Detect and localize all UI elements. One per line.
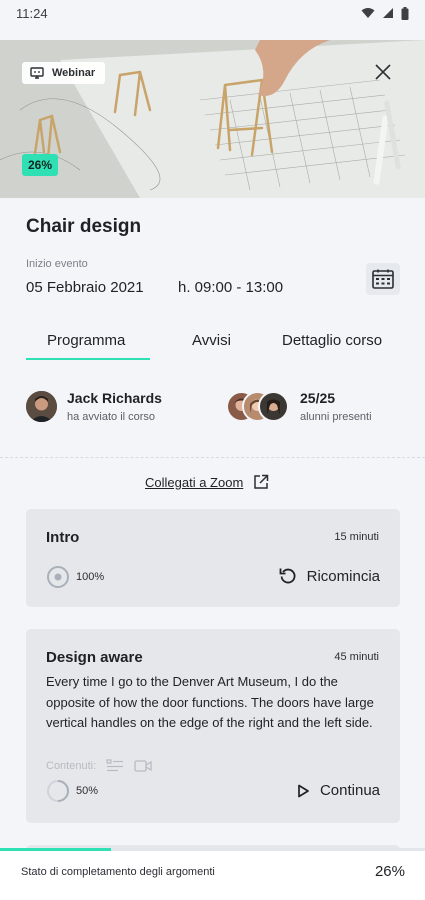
lesson-description: Every time I go to the Denver Art Museum… — [46, 674, 374, 730]
lesson-title: Intro — [46, 529, 80, 546]
completion-percent: 26% — [374, 863, 405, 880]
lesson-card[interactable]: Intro 15 minuti 100% Ricomincia — [26, 509, 400, 607]
teacher-name: Jack Richards — [67, 390, 162, 406]
zoom-link[interactable]: Collegati a Zoom — [145, 474, 269, 490]
restart-button[interactable]: Ricomincia — [279, 567, 380, 585]
event-start-label: Inizio evento — [26, 258, 88, 270]
status-time: 11:24 — [16, 5, 48, 21]
zoom-link-label: Collegati a Zoom — [145, 474, 244, 490]
students-avatar-stack — [226, 391, 290, 422]
course-hero-image: Webinar 26% — [0, 40, 425, 198]
battery-icon — [401, 6, 409, 20]
teacher-subtitle: ha avviato il corso — [67, 411, 156, 423]
active-tab-indicator — [26, 358, 150, 360]
completion-label: Stato di completamento degli argomenti — [21, 866, 215, 878]
lesson-card[interactable]: Design aware 45 minuti Every time I go t… — [26, 629, 400, 823]
students-count: 25/25 — [300, 390, 336, 406]
student-avatar — [258, 391, 289, 422]
signal-icon — [383, 8, 393, 18]
lesson-progress-ring — [47, 566, 69, 588]
lesson-progress-value: 100% — [76, 571, 105, 583]
course-progress-badge: 26% — [22, 154, 59, 176]
section-divider — [0, 457, 425, 458]
completion-bar: Stato di completamento degli argomenti 2… — [0, 848, 425, 900]
event-time: h. 09:00 - 13:00 — [178, 279, 284, 296]
status-icons — [361, 6, 409, 20]
video-content-icon — [134, 760, 152, 772]
tab-avvisi[interactable]: Avvisi — [192, 332, 231, 362]
continue-button-label: Continua — [319, 782, 380, 799]
close-icon — [375, 64, 391, 80]
tab-dettaglio-corso[interactable]: Dettaglio corso — [282, 332, 382, 362]
restart-button-label: Ricomincia — [306, 567, 380, 585]
lesson-progress-ring — [47, 780, 69, 802]
teacher-info: Jack Richards ha avviato il corso — [26, 390, 162, 423]
restart-icon — [279, 568, 296, 584]
lesson-duration: 45 minuti — [334, 651, 379, 663]
status-bar: 11:24 — [0, 0, 425, 26]
calendar-icon — [372, 269, 394, 289]
completion-progress-fill — [0, 848, 111, 851]
webinar-badge-label: Webinar — [52, 67, 96, 79]
webinar-badge: Webinar — [22, 62, 106, 84]
add-to-calendar-button[interactable] — [366, 263, 400, 295]
teacher-avatar — [26, 391, 57, 422]
event-date: 05 Febbraio 2021 — [26, 279, 144, 296]
close-button[interactable] — [371, 60, 395, 84]
text-content-icon — [106, 759, 124, 772]
play-icon — [298, 784, 309, 797]
lesson-contents-label: Contenuti: — [46, 760, 97, 772]
webinar-icon — [30, 67, 44, 79]
students-info: 25/25 alunni presenti — [226, 390, 372, 423]
course-title: Chair design — [26, 216, 142, 237]
lesson-title: Design aware — [46, 649, 143, 666]
continue-button[interactable]: Continua — [296, 782, 380, 799]
lesson-progress-value: 50% — [76, 785, 99, 797]
wifi-icon — [361, 8, 375, 18]
students-subtitle: alunni presenti — [300, 411, 372, 423]
lesson-contents: Contenuti: — [46, 759, 152, 773]
external-link-icon — [254, 474, 269, 489]
lesson-duration: 15 minuti — [334, 531, 379, 543]
